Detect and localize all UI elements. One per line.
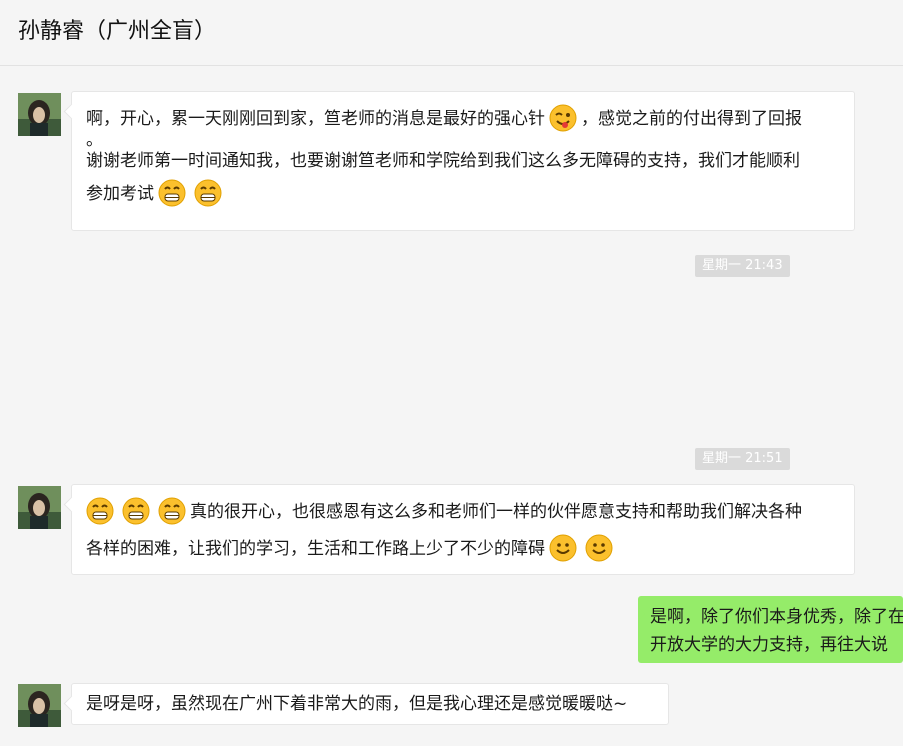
message-bubble[interactable]: 啊，开心，累一天刚刚回到家，笪老师的消息是最好的强心针 ，感觉之前的付出得到了回报… [71,91,855,231]
message-text: 开放大学的大力支持，再往大说 [650,635,888,655]
message-text: 是呀是呀，虽然现在广州下着非常大的雨，但是我心理还是感觉暖暖哒~ [86,694,628,714]
message-list[interactable]: 啊，开心，累一天刚刚回到家，笪老师的消息是最好的强心针 ，感觉之前的付出得到了回报… [0,66,903,746]
grin-emoji-icon [194,179,222,207]
smile-emoji-icon [585,534,613,562]
message-text: 。 [86,130,103,150]
smile-emoji-icon [549,534,577,562]
message-bubble[interactable]: 是呀是呀，虽然现在广州下着非常大的雨，但是我心理还是感觉暖暖哒~ [71,683,669,725]
message-text: 真的很开心，也很感恩有这么多和老师们一样的伙伴愿意支持和帮助我们解决各种 [86,497,842,526]
grin-emoji-icon [122,497,150,525]
wink-tongue-emoji-icon [549,104,577,132]
message-bubble-outgoing[interactable]: 是啊，除了你们本身优秀，除了在 开放大学的大力支持，再往大说 [638,596,903,663]
avatar[interactable] [18,486,61,529]
message-text: 是啊，除了你们本身优秀，除了在 [650,607,903,627]
timestamp: 星期一 21:43 [695,255,790,277]
message-text: 参加考试 [86,179,842,208]
chat-header: 孙静睿（广州全盲） [0,0,903,66]
grin-emoji-icon [158,497,186,525]
grin-emoji-icon [158,179,186,207]
message-text: 啊，开心，累一天刚刚回到家，笪老师的消息是最好的强心针 ，感觉之前的付出得到了回报 [86,104,842,133]
message-bubble[interactable]: 真的很开心，也很感恩有这么多和老师们一样的伙伴愿意支持和帮助我们解决各种 各样的… [71,484,855,575]
grin-emoji-icon [86,497,114,525]
message-text: 谢谢老师第一时间通知我，也要谢谢笪老师和学院给到我们这么多无障碍的支持，我们才能… [86,151,800,171]
avatar[interactable] [18,93,61,136]
message-text: 各样的困难，让我们的学习，生活和工作路上少了不少的障碍 [86,534,842,563]
avatar[interactable] [18,684,61,727]
timestamp: 星期一 21:51 [695,448,790,470]
contact-name: 孙静睿（广州全盲） [18,19,217,44]
